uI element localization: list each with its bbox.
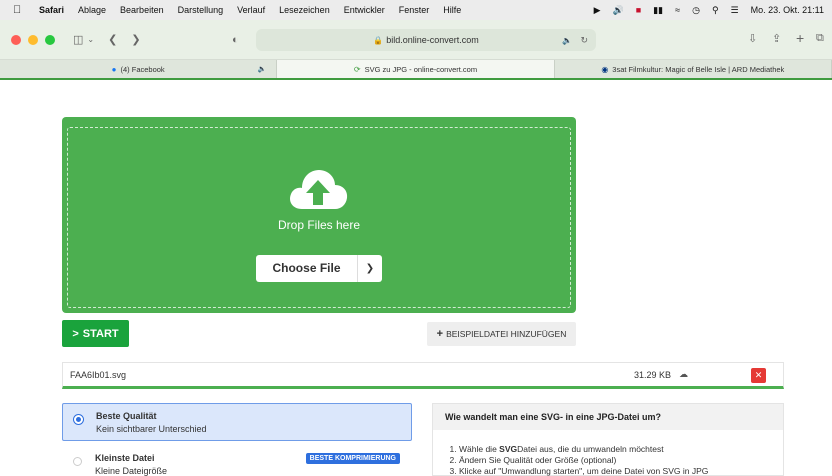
address-bar[interactable]: 🔒 bild.online-convert.com 🔈 ↻: [256, 29, 596, 51]
plus-icon: +: [436, 328, 444, 340]
macos-menubar:  Safari Ablage Bearbeiten Darstellung V…: [0, 0, 832, 20]
battery-icon[interactable]: ▮▮: [653, 5, 663, 16]
new-tab-icon[interactable]: +: [796, 30, 804, 46]
delete-file-button[interactable]: ✕: [751, 368, 766, 383]
tab-label: SVG zu JPG - online-convert.com: [364, 64, 478, 74]
back-icon[interactable]: ❮: [108, 33, 117, 46]
option-title: Kleinste Datei: [95, 453, 155, 463]
play-icon[interactable]: ▶: [594, 5, 601, 16]
option-subtitle: Kleine Dateigröße: [95, 466, 168, 476]
clock-icon[interactable]: ◷: [692, 5, 700, 16]
upload-dropzone[interactable]: [62, 117, 576, 313]
howto-panel: Wie wandelt man eine SVG- in eine JPG-Da…: [432, 403, 784, 476]
audio-playing-icon[interactable]: 🔈: [562, 36, 572, 45]
forward-icon[interactable]: ❯: [131, 33, 140, 46]
menu-ablage[interactable]: Ablage: [78, 5, 106, 15]
convert-icon: ⟳: [353, 64, 361, 74]
menu-bearbeiten[interactable]: Bearbeiten: [120, 5, 164, 15]
download-icon[interactable]: ⇩: [748, 32, 757, 45]
address-bar-url: bild.online-convert.com: [386, 35, 479, 45]
menu-darstellung[interactable]: Darstellung: [178, 5, 224, 15]
option-title: Beste Qualität: [96, 411, 157, 421]
menu-entwickler[interactable]: Entwickler: [344, 5, 385, 15]
flag-icon[interactable]: ■: [636, 5, 641, 15]
cloud-upload-icon: [290, 170, 348, 209]
reload-icon[interactable]: ↻: [580, 35, 588, 46]
radio-unselected[interactable]: [73, 457, 82, 466]
privacy-shield-icon[interactable]: ◐: [232, 34, 239, 46]
tab-bar: ● (4) Facebook 🔈 ⟳ SVG zu JPG - online-c…: [0, 60, 832, 80]
howto-step: Wähle die SVGDatei aus, die du umwandeln…: [459, 444, 708, 455]
menu-verlauf[interactable]: Verlauf: [237, 5, 265, 15]
chevron-right-icon: >: [72, 327, 79, 340]
option-subtitle: Kein sichtbarer Unterschied: [96, 424, 207, 434]
file-row: FAA6Ib01.svg 31.29 KB ☁ ✕: [62, 362, 784, 389]
menu-fenster[interactable]: Fenster: [399, 5, 430, 15]
start-button[interactable]: > START: [62, 320, 129, 347]
speaker-icon[interactable]: 🔈: [258, 65, 267, 73]
apple-icon[interactable]: : [13, 4, 25, 16]
choose-file-label: Choose File: [256, 255, 358, 282]
tab-overview-icon[interactable]: ⧉: [816, 32, 824, 45]
sidebar-toggle-icon[interactable]: ◫: [73, 33, 83, 46]
howto-step: Ändern Sie Qualität oder Größe (optional…: [459, 455, 708, 466]
menubar-datetime[interactable]: Mo. 23. Okt. 21:11: [751, 5, 824, 15]
radio-selected[interactable]: [74, 415, 83, 424]
tab-facebook[interactable]: ● (4) Facebook 🔈: [0, 60, 278, 78]
spotlight-search-icon[interactable]: ⚲: [712, 5, 719, 16]
option-best-quality[interactable]: Beste Qualität Kein sichtbarer Unterschi…: [62, 403, 412, 441]
control-center-icon[interactable]: ☰: [731, 5, 739, 16]
minimize-window-button[interactable]: [28, 34, 38, 45]
close-window-button[interactable]: [11, 34, 21, 45]
tab-3sat[interactable]: ◉ 3sat Filmkultur: Magic of Belle Isle |…: [555, 60, 832, 78]
chevron-down-icon[interactable]: ⌄: [87, 35, 94, 44]
menu-lesezeichen[interactable]: Lesezeichen: [279, 5, 330, 15]
tab-label: 3sat Filmkultur: Magic of Belle Isle | A…: [612, 64, 785, 74]
add-sample-file-button[interactable]: + BEISPIELDATEI HINZUFÜGEN: [427, 322, 576, 346]
window-controls: [11, 34, 55, 45]
sample-label: BEISPIELDATEI HINZUFÜGEN: [446, 329, 567, 339]
menu-hilfe[interactable]: Hilfe: [443, 5, 461, 15]
volume-icon[interactable]: 🔊: [613, 5, 624, 16]
ard-icon: ◉: [601, 64, 609, 74]
facebook-icon: ●: [111, 64, 117, 74]
chevron-down-icon[interactable]: ❯: [358, 263, 382, 274]
howto-heading: Wie wandelt man eine SVG- in eine JPG-Da…: [433, 404, 783, 430]
menu-app-safari[interactable]: Safari: [39, 5, 64, 15]
lock-icon: 🔒: [373, 35, 384, 45]
cloud-icon[interactable]: ☁: [679, 369, 688, 380]
howto-step: Klicke auf "Umwandlung starten", um dein…: [459, 466, 708, 476]
file-size: 31.29 KB: [633, 369, 671, 380]
file-name: FAA6Ib01.svg: [70, 369, 127, 380]
best-compression-badge: BESTE KOMPRIMIERUNG: [305, 453, 400, 464]
share-icon[interactable]: ⇪: [772, 32, 781, 45]
tab-label: (4) Facebook: [120, 64, 165, 74]
choose-file-button[interactable]: Choose File ❯: [256, 255, 382, 282]
howto-steps: Wähle die SVGDatei aus, die du umwandeln…: [459, 444, 708, 476]
tab-svg-to-jpg[interactable]: ⟳ SVG zu JPG - online-convert.com: [277, 60, 555, 78]
zoom-window-button[interactable]: [45, 34, 55, 45]
drop-files-text: Drop Files here: [277, 218, 361, 232]
option-smallest-file[interactable]: Kleinste Datei Kleine Dateigröße BESTE K…: [62, 446, 412, 476]
start-label: START: [82, 327, 119, 340]
browser-toolbar: ◫ ⌄ ❮ ❯ ◐ 🔒 bild.online-convert.com 🔈 ↻ …: [0, 20, 832, 60]
wifi-icon[interactable]: ≈: [675, 5, 680, 15]
